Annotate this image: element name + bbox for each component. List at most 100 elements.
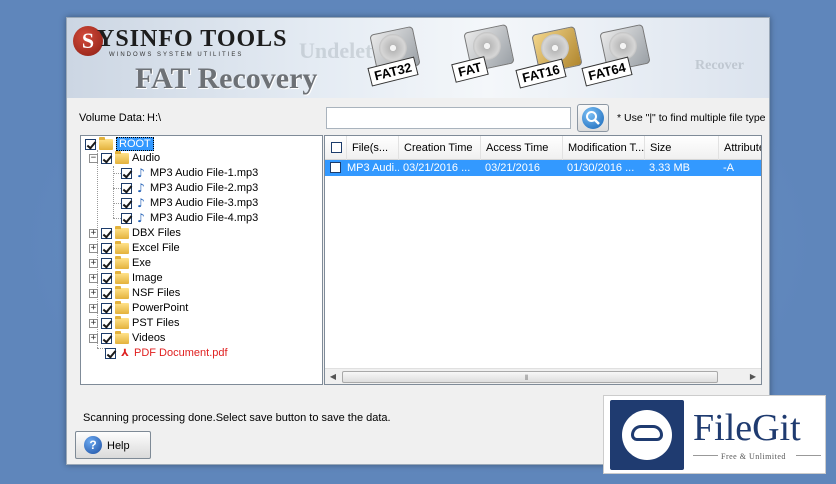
status-message: Scanning processing done.Select save but… bbox=[83, 412, 391, 424]
help-button[interactable]: ? Help bbox=[75, 431, 151, 459]
checkbox[interactable] bbox=[101, 272, 112, 284]
tree-item-file[interactable]: ⅄ PDF Document.pdf bbox=[105, 346, 228, 360]
tree-item-root[interactable]: ROOT bbox=[85, 136, 154, 151]
drive-fat32-icon: FAT32 bbox=[365, 25, 423, 87]
tree-item-folder[interactable]: + NSF Files bbox=[89, 285, 181, 300]
select-all-checkbox[interactable] bbox=[331, 142, 342, 153]
audio-file-icon: ♪ bbox=[137, 210, 145, 225]
tree-item-label: DBX Files bbox=[132, 227, 181, 239]
volume-data-label: Volume Data: bbox=[79, 112, 146, 124]
tree-item-label: MP3 Audio File-4.mp3 bbox=[150, 212, 259, 224]
collapse-icon[interactable]: − bbox=[89, 153, 98, 163]
checkbox[interactable] bbox=[101, 302, 112, 314]
cell-file: MP3 Audi... bbox=[347, 162, 399, 174]
tree-item-label: ROOT bbox=[116, 137, 154, 151]
folder-icon bbox=[115, 240, 129, 254]
tree-item-folder[interactable]: + Videos bbox=[89, 330, 165, 345]
checkbox[interactable] bbox=[101, 287, 112, 299]
folder-icon bbox=[115, 330, 129, 344]
tree-item-file[interactable]: ♪ MP3 Audio File-1.mp3 bbox=[121, 166, 258, 180]
tree-item-label: Exe bbox=[132, 257, 151, 269]
checkbox[interactable] bbox=[121, 197, 132, 209]
checkbox[interactable] bbox=[101, 242, 112, 254]
expand-icon[interactable]: + bbox=[89, 273, 98, 283]
tree-item-audio[interactable]: − Audio bbox=[89, 150, 160, 165]
drive-fat64-icon: FAT64 bbox=[581, 23, 653, 87]
folder-tree: ROOT − Audio ♪ MP3 Audio File-1.mp3 ♪ MP… bbox=[80, 135, 323, 385]
checkbox[interactable] bbox=[101, 332, 112, 344]
tree-item-folder[interactable]: + PST Files bbox=[89, 315, 180, 330]
app-banner: S YSINFO TOOLS WINDOWS SYSTEM UTILITIES … bbox=[67, 18, 769, 98]
horizontal-scrollbar[interactable]: ◀ ⦀ ▶ bbox=[325, 368, 761, 384]
expand-icon[interactable]: + bbox=[89, 318, 98, 328]
tree-item-folder[interactable]: + Excel File bbox=[89, 240, 180, 255]
scroll-left-icon[interactable]: ◀ bbox=[325, 369, 341, 384]
column-header-modification-time[interactable]: Modification T... bbox=[563, 136, 645, 160]
tree-item-folder[interactable]: + DBX Files bbox=[89, 225, 181, 240]
tree-item-label: NSF Files bbox=[132, 287, 181, 299]
audio-file-icon: ♪ bbox=[137, 165, 145, 180]
search-hint: * Use "|" to find multiple file type bbox=[617, 112, 766, 124]
tree-item-folder[interactable]: + Image bbox=[89, 270, 163, 285]
pdf-file-icon: ⅄ bbox=[121, 347, 129, 359]
folder-icon bbox=[115, 300, 129, 314]
drive-fat-icon: FAT bbox=[451, 23, 517, 83]
checkbox[interactable] bbox=[121, 182, 132, 194]
audio-file-icon: ♪ bbox=[137, 180, 145, 195]
brand-name: YSINFO TOOLS bbox=[97, 26, 288, 52]
help-icon: ? bbox=[84, 436, 102, 454]
tree-item-label: Image bbox=[132, 272, 163, 284]
search-button[interactable] bbox=[577, 104, 609, 132]
search-icon bbox=[582, 107, 604, 129]
tree-item-file[interactable]: ♪ MP3 Audio File-4.mp3 bbox=[121, 211, 258, 225]
cell-access-time: 03/21/2016 bbox=[485, 162, 541, 174]
checkbox[interactable] bbox=[105, 347, 116, 359]
filegit-subtitle: Free & Unlimited bbox=[721, 452, 786, 461]
row-checkbox[interactable] bbox=[330, 162, 341, 173]
folder-icon bbox=[99, 136, 113, 150]
cell-creation-time: 03/21/2016 ... bbox=[403, 162, 471, 174]
checkbox[interactable] bbox=[101, 317, 112, 329]
checkbox[interactable] bbox=[121, 212, 132, 224]
select-all-column[interactable] bbox=[325, 136, 347, 160]
folder-icon bbox=[115, 225, 129, 239]
column-header-creation-time[interactable]: Creation Time bbox=[399, 136, 481, 160]
expand-icon[interactable]: + bbox=[89, 303, 98, 313]
column-header-access-time[interactable]: Access Time bbox=[481, 136, 563, 160]
scroll-right-icon[interactable]: ▶ bbox=[745, 369, 761, 384]
search-row: Volume Data: H:\ * Use "|" to find multi… bbox=[67, 98, 769, 136]
tree-item-label: PDF Document.pdf bbox=[134, 347, 228, 359]
audio-file-icon: ♪ bbox=[137, 195, 145, 210]
expand-icon[interactable]: + bbox=[89, 258, 98, 268]
scrollbar-thumb[interactable]: ⦀ bbox=[342, 371, 718, 383]
checkbox[interactable] bbox=[85, 138, 96, 150]
expand-icon[interactable]: + bbox=[89, 333, 98, 343]
column-header-size[interactable]: Size bbox=[645, 136, 719, 160]
cloud-icon bbox=[631, 425, 663, 441]
banner-watermark-recover: Recover bbox=[695, 58, 744, 73]
checkbox[interactable] bbox=[101, 227, 112, 239]
column-header-file[interactable]: File(s... bbox=[347, 136, 399, 160]
expand-icon[interactable]: + bbox=[89, 288, 98, 298]
checkbox[interactable] bbox=[121, 167, 132, 179]
checkbox[interactable] bbox=[101, 257, 112, 269]
tree-item-file[interactable]: ♪ MP3 Audio File-3.mp3 bbox=[121, 196, 258, 210]
filegit-name: FileGit bbox=[693, 407, 801, 449]
column-header-attribute[interactable]: Attribute bbox=[719, 136, 761, 160]
table-row[interactable]: MP3 Audi... 03/21/2016 ... 03/21/2016 01… bbox=[325, 160, 761, 176]
expand-icon[interactable]: + bbox=[89, 243, 98, 253]
drive-tag: FAT16 bbox=[515, 58, 567, 89]
search-input[interactable] bbox=[326, 107, 571, 129]
filegit-badge: FileGit Free & Unlimited bbox=[603, 395, 826, 474]
volume-data-value: H:\ bbox=[147, 112, 162, 124]
expand-icon[interactable]: + bbox=[89, 228, 98, 238]
app-title: FAT Recovery bbox=[135, 62, 318, 95]
tree-item-label: PST Files bbox=[132, 317, 180, 329]
folder-icon bbox=[115, 315, 129, 329]
tree-item-label: PowerPoint bbox=[132, 302, 189, 314]
tree-item-file[interactable]: ♪ MP3 Audio File-2.mp3 bbox=[121, 181, 258, 195]
tree-item-folder[interactable]: + Exe bbox=[89, 255, 151, 270]
tree-item-folder[interactable]: + PowerPoint bbox=[89, 300, 189, 315]
checkbox[interactable] bbox=[101, 152, 112, 164]
tree-item-label: Excel File bbox=[132, 242, 180, 254]
